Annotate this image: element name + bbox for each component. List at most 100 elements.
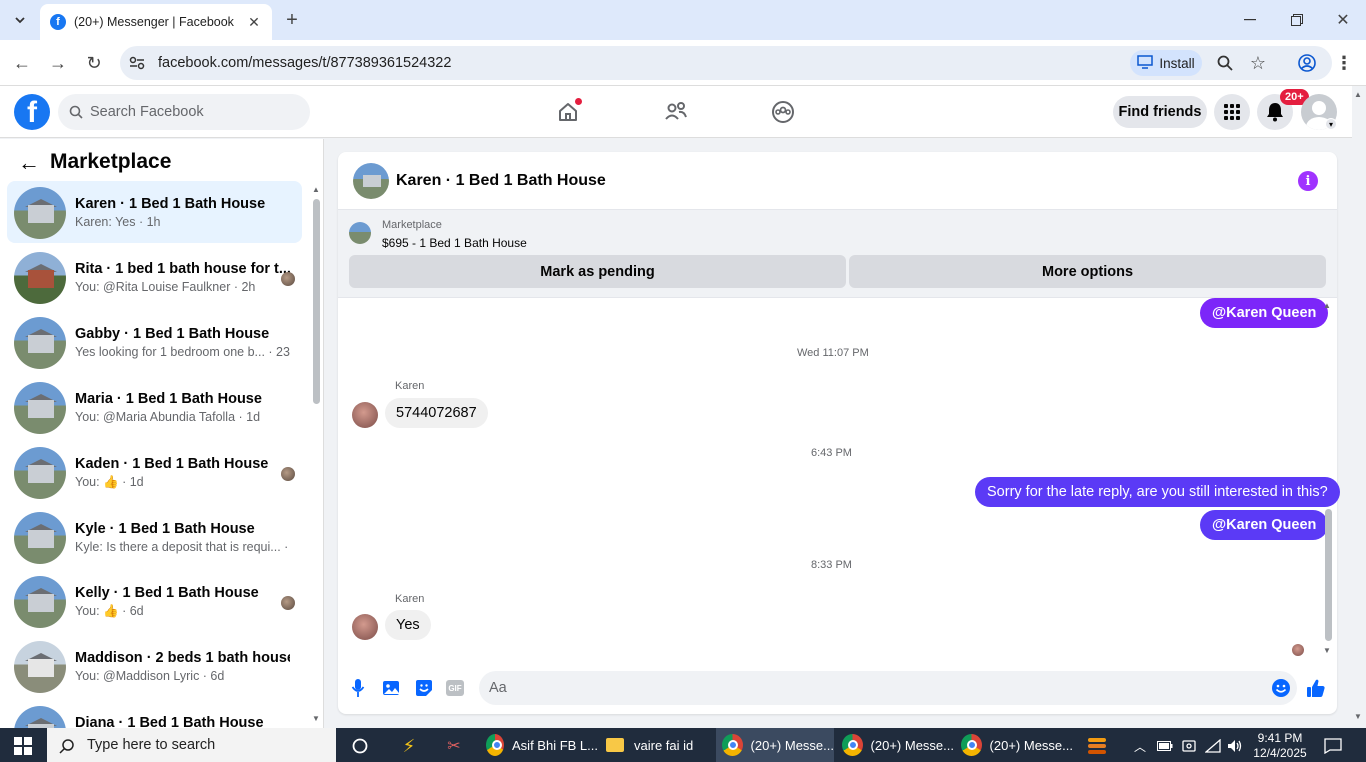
karen-avatar[interactable] bbox=[352, 614, 378, 640]
outgoing-message[interactable]: Sorry for the late reply, are you still … bbox=[975, 477, 1340, 507]
find-friends-button[interactable]: Find friends bbox=[1113, 96, 1207, 128]
page-scroll-down-icon[interactable]: ▼ bbox=[1354, 712, 1362, 721]
pinned-app-icon[interactable]: ✂ bbox=[443, 735, 465, 757]
conversation-info-icon[interactable]: i bbox=[1298, 171, 1318, 191]
gif-icon[interactable]: GIF bbox=[444, 677, 466, 699]
wifi-icon[interactable] bbox=[1204, 738, 1222, 754]
more-options-button[interactable]: More options bbox=[849, 255, 1326, 288]
minimize-icon[interactable] bbox=[1238, 8, 1262, 32]
facebook-search-input[interactable]: Search Facebook bbox=[58, 94, 310, 130]
browser-tab-messenger[interactable]: f (20+) Messenger | Facebook ✕ bbox=[40, 4, 272, 40]
incoming-message[interactable]: Yes bbox=[385, 610, 431, 640]
taskbar-app-label: (20+) Messe... bbox=[870, 737, 954, 753]
show-hidden-icons-chevron-icon[interactable]: ︿ bbox=[1132, 737, 1148, 755]
profile-icon[interactable] bbox=[1296, 52, 1318, 74]
taskbar-search-box[interactable]: Type here to search bbox=[47, 728, 336, 762]
outgoing-message[interactable]: @Karen Queen bbox=[1200, 510, 1329, 540]
clock-time: 9:41 PM bbox=[1257, 731, 1303, 745]
conversation-item[interactable]: Maddison · 2 beds 1 bath house ... You: … bbox=[7, 635, 302, 697]
conversation-name: Gabby · 1 Bed 1 Bath House bbox=[75, 326, 270, 342]
conversation-name: Diana · 1 Bed 1 Bath House bbox=[75, 715, 264, 728]
back-arrow-icon[interactable]: ← bbox=[17, 150, 41, 175]
task-view-icon[interactable] bbox=[350, 736, 370, 756]
chat-scroll-down-icon[interactable]: ▼ bbox=[1323, 646, 1331, 655]
search-icon bbox=[68, 104, 84, 120]
conversation-item[interactable]: Kyle · 1 Bed 1 Bath House Kyle: Is there… bbox=[7, 506, 302, 568]
facebook-logo[interactable]: f bbox=[14, 94, 50, 130]
conversation-item[interactable]: Maria · 1 Bed 1 Bath House You: @Maria A… bbox=[7, 376, 302, 438]
device-icon[interactable] bbox=[1180, 738, 1198, 754]
taskbar-app-folder[interactable]: vaire fai id bbox=[600, 728, 712, 762]
scroll-down-arrow-icon[interactable]: ▼ bbox=[312, 714, 320, 723]
outgoing-message[interactable]: @Karen Queen bbox=[1200, 298, 1329, 328]
conversation-item[interactable]: Gabby · 1 Bed 1 Bath House Yes looking f… bbox=[7, 311, 302, 373]
account-chevron-icon[interactable]: ▾ bbox=[1325, 118, 1337, 130]
conversation-preview: Kyle: Is there a deposit that is requi..… bbox=[75, 540, 290, 554]
sticker-icon[interactable] bbox=[413, 677, 435, 699]
message-timestamp: 6:43 PM bbox=[811, 447, 852, 459]
conversation-preview: You: @Rita Louise Faulkner · 2h bbox=[75, 280, 256, 294]
chat-scrollbar[interactable] bbox=[1325, 509, 1332, 641]
listing-thumbnail[interactable] bbox=[349, 222, 371, 244]
bookmark-star-icon[interactable]: ☆ bbox=[1247, 52, 1269, 74]
conversation-item[interactable]: Diana · 1 Bed 1 Bath House bbox=[7, 700, 302, 728]
system-clock[interactable]: 9:41 PM 12/4/2025 bbox=[1252, 731, 1308, 761]
reload-icon[interactable]: ↻ bbox=[82, 51, 106, 75]
conversation-preview: Karen: Yes · 1h bbox=[75, 215, 161, 229]
conversation-item[interactable]: Karen · 1 Bed 1 Bath House Karen: Yes · … bbox=[7, 181, 302, 243]
emoji-icon[interactable] bbox=[1270, 677, 1292, 699]
friends-icon[interactable] bbox=[661, 98, 691, 126]
message-input[interactable]: Aa bbox=[479, 671, 1297, 705]
install-app-button[interactable]: Install bbox=[1130, 50, 1202, 76]
tab-close-icon[interactable]: ✕ bbox=[246, 14, 262, 31]
home-notification-dot bbox=[575, 98, 582, 105]
conversation-item[interactable]: Kelly · 1 Bed 1 Bath House You: 👍 · 6d bbox=[7, 570, 302, 632]
conversation-item[interactable]: Kaden · 1 Bed 1 Bath House You: 👍 · 1d bbox=[7, 441, 302, 503]
chat-scroll-up-icon[interactable]: ▲ bbox=[1323, 301, 1331, 310]
conversation-name: Maddison · 2 beds 1 bath house ... bbox=[75, 650, 290, 666]
incoming-message[interactable]: 5744072687 bbox=[385, 398, 488, 428]
power-automate-icon[interactable]: ⚡ bbox=[398, 735, 420, 757]
tab-search-chevron-icon[interactable] bbox=[10, 10, 30, 30]
facebook-favicon-icon: f bbox=[50, 14, 66, 30]
groups-icon[interactable] bbox=[768, 98, 798, 126]
page-scroll-up-icon[interactable]: ▲ bbox=[1354, 90, 1362, 99]
photo-icon[interactable] bbox=[380, 677, 402, 699]
sender-name: Karen bbox=[395, 593, 425, 605]
stacked-app-icon[interactable] bbox=[1085, 735, 1109, 757]
microphone-icon[interactable] bbox=[347, 677, 369, 699]
karen-avatar[interactable] bbox=[352, 402, 378, 428]
chat-listing-avatar[interactable] bbox=[353, 163, 389, 199]
message-input-placeholder: Aa bbox=[489, 680, 507, 696]
taskbar-app-label: (20+) Messe... bbox=[750, 737, 834, 753]
zoom-icon[interactable] bbox=[1214, 52, 1236, 74]
browser-menu-icon[interactable]: ⋮ bbox=[1334, 52, 1354, 74]
taskbar-app-label: vaire fai id bbox=[634, 737, 694, 753]
conversation-list-scrollbar[interactable] bbox=[313, 199, 320, 404]
listing-avatar bbox=[14, 187, 66, 239]
back-arrow-icon[interactable]: ← bbox=[10, 51, 34, 75]
notification-center-icon[interactable] bbox=[1322, 737, 1344, 755]
windows-start-icon[interactable] bbox=[12, 736, 34, 756]
new-tab-icon[interactable]: + bbox=[282, 9, 302, 31]
battery-icon[interactable] bbox=[1156, 738, 1174, 754]
taskbar-app-chrome[interactable]: (20+) Messe... bbox=[716, 728, 834, 762]
chat-title[interactable]: Karen · 1 Bed 1 Bath House bbox=[396, 172, 606, 190]
conversation-item[interactable]: Rita · 1 bed 1 bath house for t... You: … bbox=[7, 246, 302, 308]
mark-as-pending-button[interactable]: Mark as pending bbox=[349, 255, 846, 288]
forward-arrow-icon[interactable]: → bbox=[46, 51, 70, 75]
taskbar-app-chrome[interactable]: (20+) Messe... bbox=[836, 728, 954, 762]
restore-icon[interactable] bbox=[1285, 8, 1309, 32]
mark-as-pending-label: Mark as pending bbox=[540, 263, 655, 280]
volume-icon[interactable] bbox=[1226, 738, 1244, 754]
taskbar-app-chrome[interactable]: Asif Bhi FB L... bbox=[480, 728, 598, 762]
menu-grid-icon[interactable] bbox=[1214, 94, 1250, 130]
url-text: facebook.com/messages/t/877389361524322 bbox=[158, 55, 452, 71]
window-close-icon[interactable]: ✕ bbox=[1331, 8, 1355, 32]
taskbar-app-chrome[interactable]: (20+) Messe... bbox=[955, 728, 1073, 762]
scroll-up-arrow-icon[interactable]: ▲ bbox=[312, 185, 320, 194]
page-scrollbar-track[interactable] bbox=[1352, 86, 1366, 728]
site-info-icon[interactable] bbox=[128, 54, 146, 72]
listing-price-title[interactable]: $695 - 1 Bed 1 Bath House bbox=[382, 236, 527, 250]
like-thumbs-up-icon[interactable] bbox=[1305, 677, 1327, 699]
